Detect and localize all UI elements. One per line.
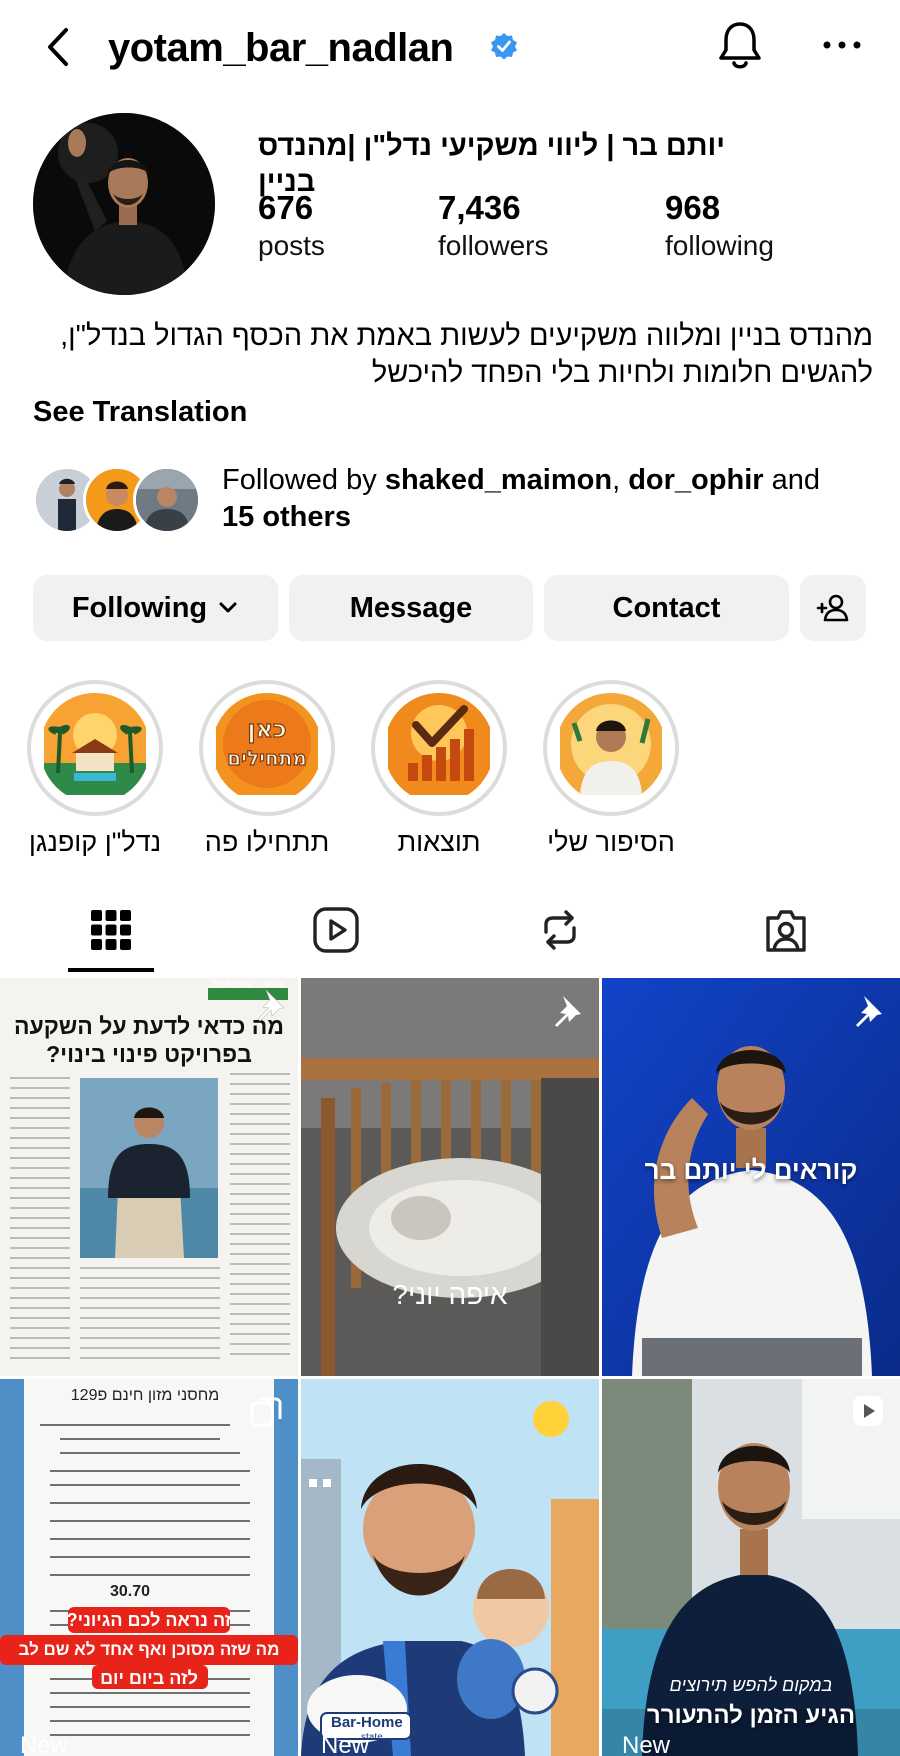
- start-here-badge-icon: כאן מתחילים: [216, 693, 318, 795]
- post-tile[interactable]: מחסני מזון חינם פ129 30.70 זה נראה לכם ה…: [0, 1379, 298, 1756]
- tab-tagged[interactable]: [754, 898, 818, 962]
- add-person-icon: [816, 594, 849, 622]
- mutual-follower-name[interactable]: shaked_maimon: [385, 464, 612, 496]
- more-options-icon[interactable]: [818, 30, 866, 60]
- tropical-house-icon: [44, 693, 146, 795]
- following-button[interactable]: Following: [33, 575, 278, 641]
- see-translation-link[interactable]: See Translation: [33, 394, 247, 430]
- post-thumbnail: [602, 1379, 900, 1756]
- bio-line: מהנדס בניין ומלווה משקיעים לעשות באמת את…: [60, 320, 873, 352]
- post-thumbnail: [301, 978, 599, 1376]
- back-icon[interactable]: [40, 22, 80, 72]
- post-tile[interactable]: קוראים לי יותם בר: [602, 978, 900, 1376]
- verified-badge-icon: [491, 33, 517, 60]
- post-caption-overlay: איפה יוני?: [392, 1279, 508, 1310]
- pinned-icon: [856, 996, 882, 1027]
- top-bar: yotam_bar_nadlan: [0, 0, 900, 95]
- profile-username: yotam_bar_nadlan: [108, 26, 454, 70]
- highlight-my-story[interactable]: הסיפור שלי: [543, 680, 679, 857]
- followed-by-prefix: Followed by: [222, 464, 377, 496]
- highlight-ring: [543, 680, 679, 816]
- following-label: Following: [71, 591, 208, 624]
- new-post-tag: New: [622, 1732, 671, 1756]
- chevron-down-icon: [219, 602, 237, 613]
- highlight-ring: [27, 680, 163, 816]
- portrait-highlight-icon: [560, 693, 662, 795]
- highlight-ring: כאן מתחילים: [199, 680, 335, 816]
- highlight-start-here[interactable]: כאן מתחילים תתחילו פה: [199, 680, 335, 857]
- brand-name: TheMarker: [211, 979, 256, 989]
- highlight-label: נדל"ן קופנגן: [28, 827, 162, 857]
- carousel-icon: [250, 1397, 282, 1427]
- sign-label: Bar-Home: [331, 1714, 403, 1731]
- stat-label: following: [665, 230, 774, 261]
- tab-reels[interactable]: [304, 898, 368, 962]
- grid-icon: [91, 910, 131, 950]
- tab-posts-grid[interactable]: [79, 898, 143, 962]
- receipt-header: מחסני מזון חינם פ129: [70, 1387, 220, 1404]
- post-caption-script: במקום להפש תירוצים: [669, 1675, 833, 1695]
- reel-icon: [853, 1396, 883, 1426]
- post-caption-overlay: זה נראה לכם הגיוני?: [66, 1610, 232, 1630]
- profile-avatar[interactable]: [33, 113, 215, 295]
- stat-posts[interactable]: 676 posts: [258, 188, 325, 264]
- highlight-results[interactable]: תוצאות: [371, 680, 507, 857]
- stat-following[interactable]: 968 following: [665, 188, 774, 264]
- message-label: Message: [349, 591, 473, 624]
- stat-label: posts: [258, 230, 325, 261]
- message-button[interactable]: Message: [289, 575, 533, 641]
- stat-value: 676: [258, 189, 314, 226]
- post-caption-overlay: מה שזה מסוכן ואף אחד לא שם לב: [18, 1640, 280, 1659]
- tagged-icon: [766, 910, 806, 952]
- active-tab-indicator: [68, 968, 154, 972]
- post-tile[interactable]: במקום להפש תירוצים הגיע הזמן להתעורר New: [602, 1379, 900, 1756]
- separator: ,: [612, 464, 621, 496]
- and-text: and: [771, 464, 820, 496]
- mutual-follower-name[interactable]: dor_ophir: [628, 464, 763, 496]
- stat-value: 968: [665, 189, 721, 226]
- profile-photo: [33, 113, 215, 295]
- reels-icon: [313, 907, 359, 953]
- pinned-icon: [555, 996, 581, 1027]
- new-post-tag: New: [20, 1732, 69, 1756]
- new-post-tag: New: [321, 1732, 370, 1756]
- stat-followers[interactable]: 7,436 followers: [438, 188, 548, 264]
- followed-by-text[interactable]: Followed by shaked_maimon, dor_ophir and…: [222, 462, 882, 536]
- notifications-bell-icon[interactable]: [716, 18, 764, 74]
- tab-reposts[interactable]: [528, 898, 592, 962]
- contact-label: Contact: [612, 591, 721, 624]
- chart-check-icon: [388, 693, 490, 795]
- highlight-koh-phangan[interactable]: נדל"ן קופנגן: [27, 680, 163, 857]
- suggested-users-button[interactable]: [800, 575, 866, 641]
- post-caption-overlay: קוראים לי יותם בר: [644, 1155, 858, 1185]
- highlight-ring: [371, 680, 507, 816]
- badge-line2: מתחילים: [227, 746, 307, 770]
- stat-label: followers: [438, 230, 549, 261]
- profile-bio: מהנדס בניין ומלווה משקיעים לעשות באמת את…: [33, 318, 873, 392]
- others-count[interactable]: 15 others: [222, 501, 351, 533]
- avatar: [133, 466, 201, 534]
- post-caption-overlay: לזה ביום יום: [100, 1668, 198, 1688]
- post-thumbnail: [301, 1379, 599, 1756]
- pinned-icon: [257, 989, 285, 1022]
- post-tile[interactable]: TheMarker Labels מה כדאי לדעת על השקעה ב…: [0, 978, 298, 1376]
- post-tile[interactable]: איפה יוני?: [301, 978, 599, 1376]
- mutual-followers-avatars[interactable]: [33, 466, 213, 534]
- reposts-icon: [544, 910, 576, 950]
- post-thumbnail: [0, 1379, 298, 1756]
- contact-button[interactable]: Contact: [544, 575, 789, 641]
- badge-line1: כאן: [247, 715, 286, 743]
- post-tile[interactable]: Bar-Home state New: [301, 1379, 599, 1756]
- post-caption-overlay: הגיע הזמן להתעורר: [646, 1702, 856, 1729]
- stat-value: 7,436: [438, 189, 521, 226]
- receipt-total: 30.70: [110, 1583, 151, 1600]
- bio-line: להגשים חלומות ולחיות בלי הפחד להיכשל: [371, 357, 873, 389]
